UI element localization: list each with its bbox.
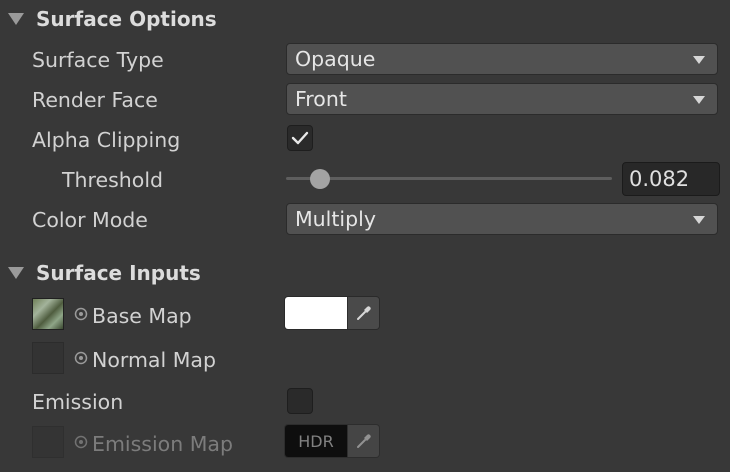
base-map-color-field[interactable] — [284, 296, 380, 330]
emission-label: Emission — [32, 390, 124, 414]
threshold-value: 0.082 — [629, 167, 690, 191]
object-picker-icon[interactable] — [74, 351, 88, 365]
threshold-slider-track[interactable] — [286, 177, 612, 180]
surface-type-value: Opaque — [295, 47, 376, 71]
eyedropper-button[interactable] — [347, 425, 379, 457]
eyedropper-button[interactable] — [347, 297, 379, 329]
eyedropper-icon — [356, 434, 371, 448]
color-mode-dropdown[interactable]: Multiply — [286, 203, 718, 235]
normal-map-label: Normal Map — [92, 348, 216, 372]
normal-map-texture-slot[interactable] — [32, 342, 64, 374]
render-face-label: Render Face — [32, 88, 158, 112]
threshold-value-field[interactable]: 0.082 — [622, 162, 720, 196]
color-mode-value: Multiply — [295, 207, 376, 231]
foldout-triangle-icon[interactable] — [8, 267, 24, 279]
emission-color-field[interactable]: HDR — [284, 424, 380, 458]
threshold-slider-thumb[interactable] — [310, 169, 330, 189]
base-map-color-swatch[interactable] — [285, 297, 347, 329]
hdr-label: HDR — [298, 431, 334, 451]
emission-hdr-swatch[interactable]: HDR — [285, 425, 347, 457]
object-picker-icon[interactable] — [74, 307, 88, 321]
alpha-clipping-checkbox[interactable] — [287, 125, 313, 151]
foldout-triangle-icon[interactable] — [8, 13, 24, 25]
emission-map-texture-slot[interactable] — [32, 426, 64, 458]
surface-options-header[interactable]: Surface Options — [6, 6, 217, 32]
base-map-label: Base Map — [92, 304, 192, 328]
chevron-down-icon — [693, 96, 705, 104]
eyedropper-icon — [356, 306, 371, 320]
object-picker-icon[interactable] — [74, 435, 88, 449]
surface-options-title: Surface Options — [36, 7, 217, 31]
surface-inputs-title: Surface Inputs — [36, 261, 201, 285]
color-mode-label: Color Mode — [32, 208, 148, 232]
surface-inputs-header[interactable]: Surface Inputs — [6, 260, 201, 286]
alpha-clipping-label: Alpha Clipping — [32, 128, 181, 152]
surface-type-dropdown[interactable]: Opaque — [286, 43, 718, 75]
base-map-texture-slot[interactable] — [32, 298, 64, 330]
surface-type-label: Surface Type — [32, 48, 164, 72]
render-face-dropdown[interactable]: Front — [286, 83, 718, 115]
render-face-value: Front — [295, 87, 347, 111]
chevron-down-icon — [693, 216, 705, 224]
checkmark-icon — [291, 131, 309, 145]
threshold-label: Threshold — [62, 168, 164, 192]
chevron-down-icon — [693, 56, 705, 64]
emission-checkbox[interactable] — [287, 388, 313, 414]
emission-map-label: Emission Map — [92, 432, 233, 456]
